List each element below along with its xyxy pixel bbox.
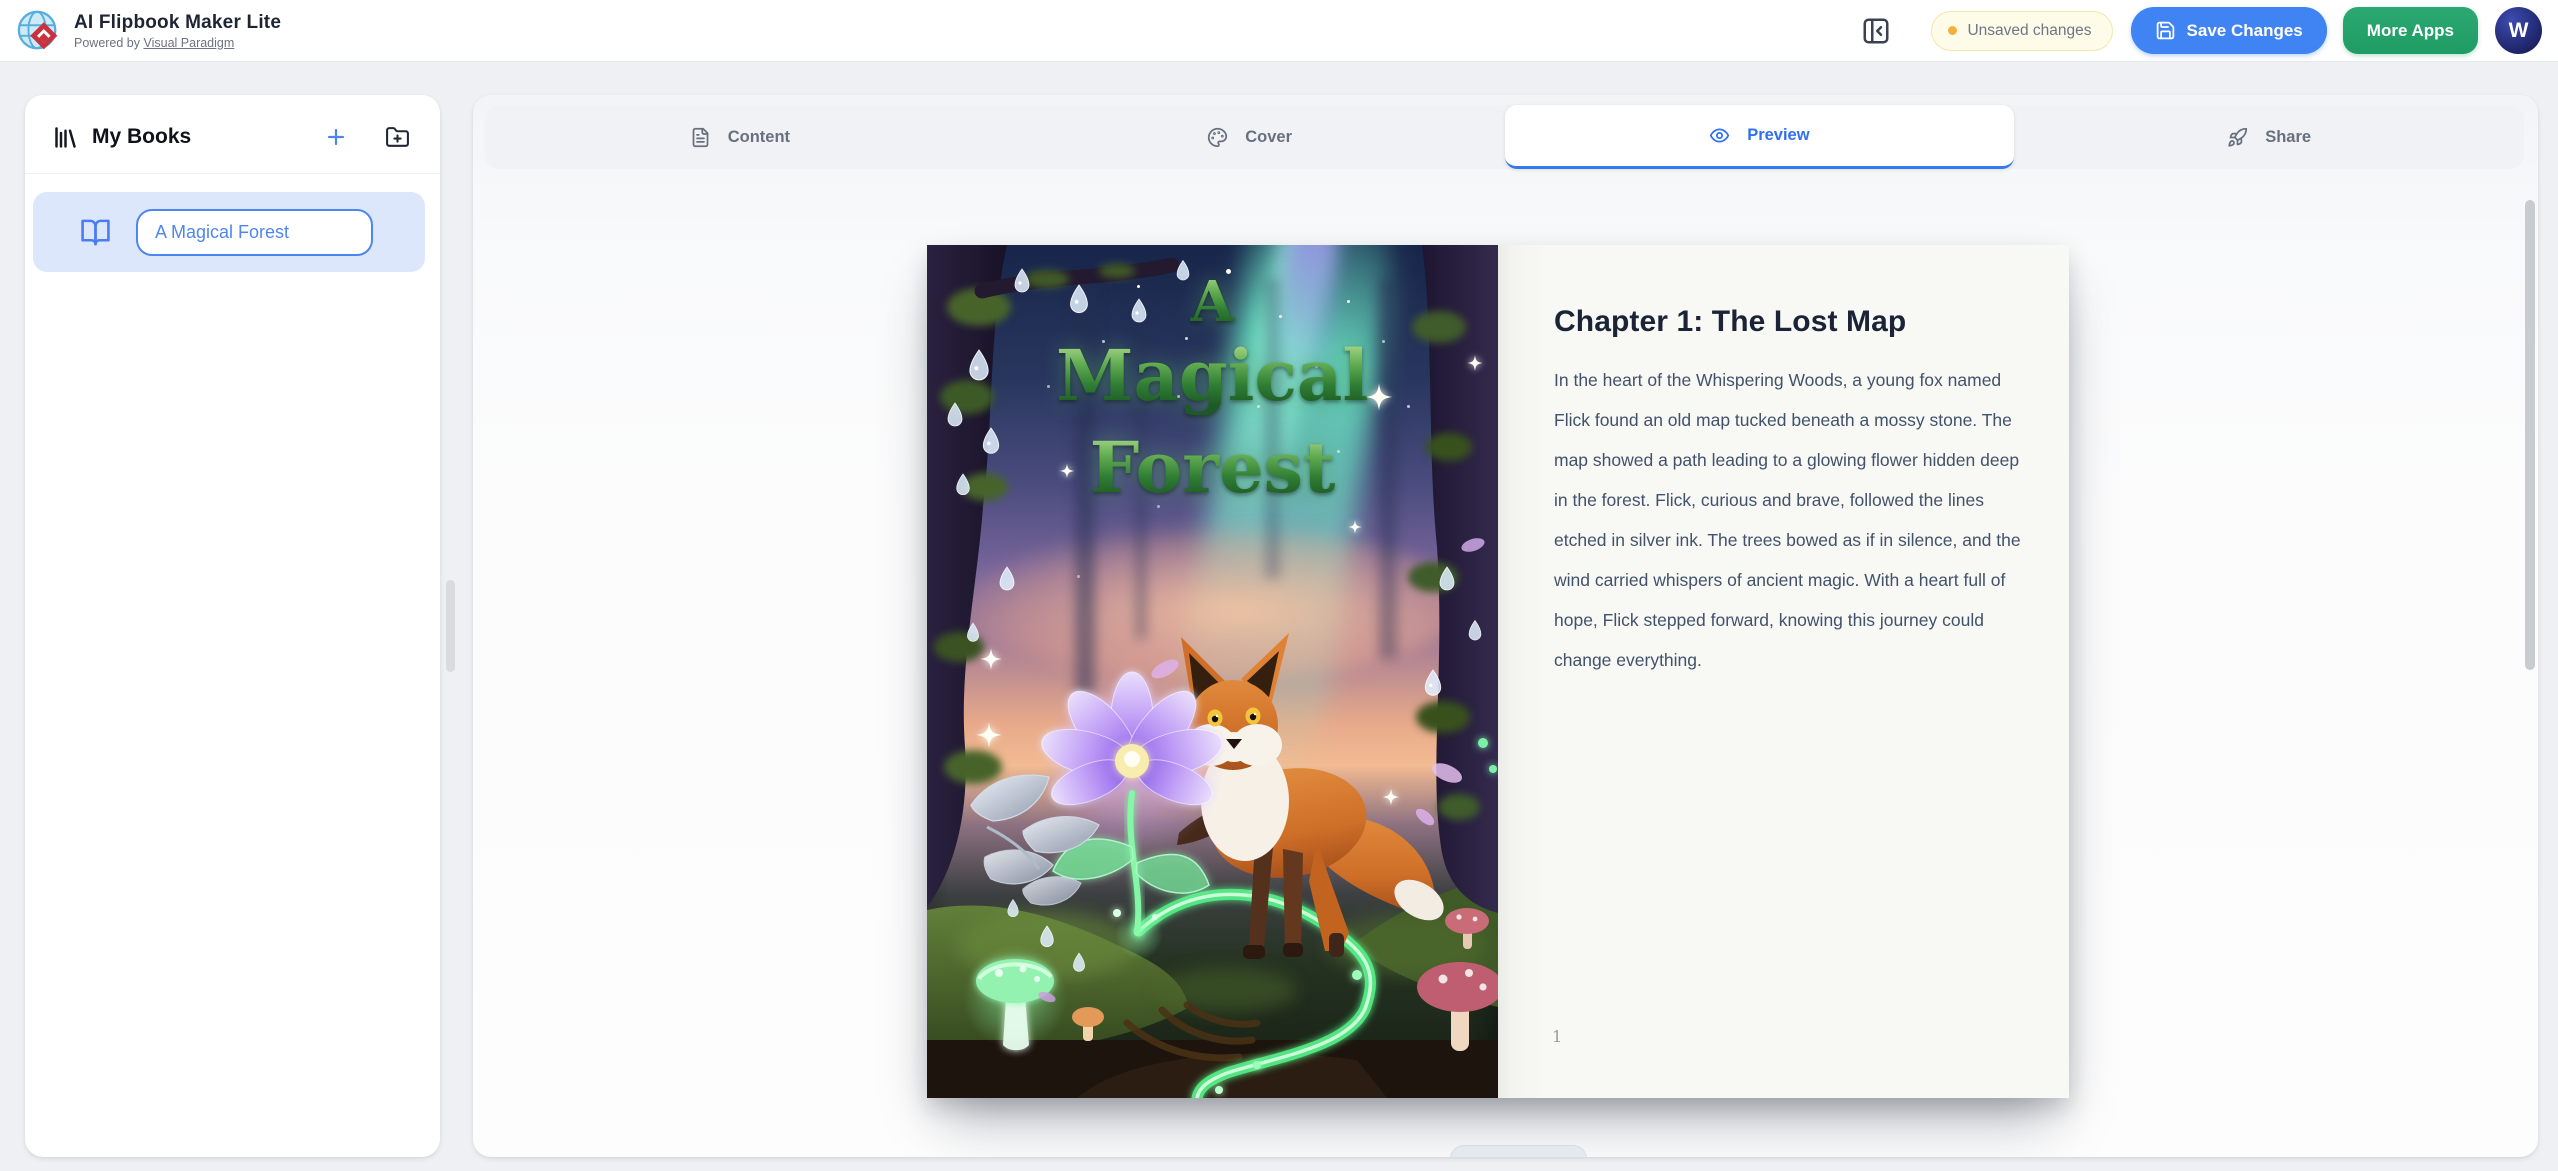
cover-artwork [927,245,1498,1098]
document-icon [692,127,709,147]
add-folder-button[interactable] [380,120,414,154]
visual-paradigm-logo-icon [17,10,58,49]
book-open-icon [81,219,110,245]
powered-by: Powered by Visual Paradigm [74,35,235,50]
app-title: AI Flipbook Maker Lite [74,11,282,33]
header-titles: AI Flipbook Maker Lite Powered by Visual… [74,12,281,50]
book-list-item[interactable] [33,192,425,272]
sidebar-title: My Books [92,125,192,148]
visual-paradigm-link[interactable]: Visual Paradigm [143,36,234,50]
plus-icon [327,128,345,146]
panel-resize-handle[interactable] [446,580,455,672]
save-changes-button[interactable]: Save Changes [2130,7,2327,54]
main-panel: Content Cover Preview Share A Magical Fo… [473,95,2538,1157]
more-apps-button[interactable]: More Apps [2342,7,2478,54]
unsaved-changes-badge: Unsaved changes [1931,10,2113,51]
tab-preview[interactable]: Preview [1504,105,2015,169]
chapter-heading: Chapter 1: The Lost Map [1554,305,1907,338]
tab-cover[interactable]: Cover [995,105,1505,169]
book-cover-image: A Magical Forest [927,245,1498,1098]
rocket-icon [2228,127,2248,147]
tab-bar: Content Cover Preview Share [485,105,2524,169]
sidebar-header: My Books [25,95,440,174]
book-spread[interactable]: A Magical Forest Chapter 1: The Lost Map… [927,245,2069,1098]
page-number: 1 [1552,1027,1563,1046]
palette-icon [1208,127,1228,147]
book-title-input[interactable] [136,208,373,256]
library-icon [55,126,76,148]
unsaved-dot-icon [1948,26,1958,35]
tab-share[interactable]: Share [2014,105,2524,169]
sidebar-my-books: My Books [25,95,440,1157]
folder-plus-icon [385,126,409,147]
book-page: Chapter 1: The Lost Map In the heart of … [1498,245,2069,1098]
vertical-scrollbar[interactable] [2525,200,2535,670]
header: AI Flipbook Maker Lite Powered by Visual… [0,0,2558,62]
avatar[interactable]: W [2495,7,2542,54]
collapse-panel-icon[interactable] [1861,16,1891,46]
eye-icon [1710,128,1730,143]
add-book-button[interactable] [319,120,353,154]
save-icon [2156,21,2174,40]
page-navigation-pill[interactable] [1450,1145,1587,1157]
chapter-body-text: In the heart of the Whispering Woods, a … [1554,370,2021,670]
tab-content[interactable]: Content [485,105,995,169]
